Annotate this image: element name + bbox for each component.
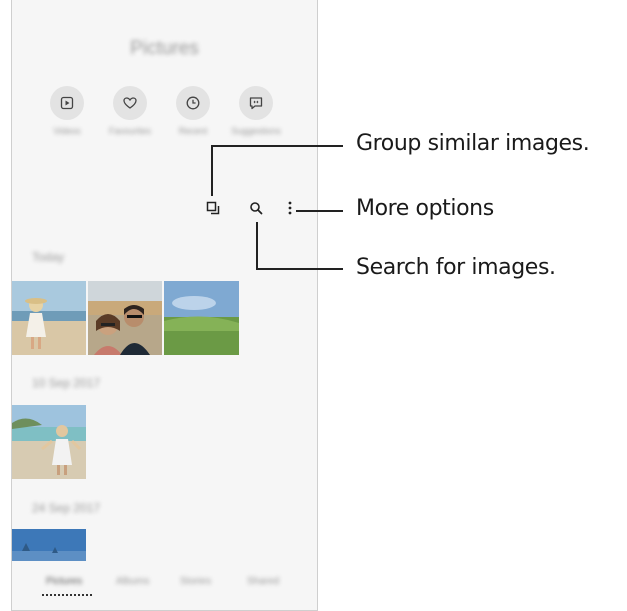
active-tab-indicator bbox=[42, 594, 92, 596]
more-options-icon bbox=[288, 201, 292, 215]
callout-line-search-horizontal bbox=[256, 268, 343, 270]
callout-more-options: More options bbox=[356, 196, 494, 221]
callout-group-similar: Group similar images. bbox=[356, 131, 590, 156]
tab-albums[interactable]: Albums bbox=[116, 576, 149, 587]
shortcut-label: Favourites bbox=[108, 126, 152, 136]
shortcut-label: Videos bbox=[53, 126, 81, 136]
callout-line-more bbox=[296, 210, 343, 212]
clock-icon bbox=[186, 96, 200, 110]
callout-search: Search for images. bbox=[356, 255, 556, 280]
shortcut-suggestions[interactable]: Suggestions bbox=[226, 86, 286, 136]
tab-shared[interactable]: Shared bbox=[247, 576, 279, 587]
group-similar-button[interactable] bbox=[203, 198, 223, 218]
shortcut-recent[interactable]: Recent bbox=[163, 86, 223, 136]
section-heading: 10 Sep 2017 bbox=[32, 376, 101, 390]
shortcut-favourites[interactable]: Favourites bbox=[100, 86, 160, 136]
group-similar-icon bbox=[206, 201, 220, 215]
photo-thumbnail[interactable] bbox=[164, 281, 239, 355]
search-button[interactable] bbox=[246, 198, 266, 218]
phone-screen: Pictures Videos Favourites Recent Sugges… bbox=[11, 0, 318, 611]
callout-line-group-horizontal bbox=[211, 145, 343, 147]
shortcut-label: Suggestions bbox=[231, 126, 281, 136]
suggestions-icon bbox=[249, 97, 263, 110]
more-options-button[interactable] bbox=[280, 198, 300, 218]
video-icon bbox=[60, 96, 74, 110]
beach-photo bbox=[12, 281, 86, 355]
photo-thumbnail[interactable] bbox=[88, 281, 162, 355]
bottom-tab-bar: Pictures Albums Stories Shared bbox=[12, 576, 317, 598]
app-title: Pictures bbox=[130, 38, 199, 59]
section-heading: 24 Sep 2017 bbox=[32, 501, 101, 515]
callout-line-search-vertical bbox=[256, 222, 258, 270]
shortcut-videos[interactable]: Videos bbox=[37, 86, 97, 136]
meadow-photo bbox=[164, 281, 239, 355]
search-icon bbox=[250, 202, 263, 215]
callout-line-group-vertical bbox=[211, 146, 213, 196]
shortcut-label: Recent bbox=[178, 126, 208, 136]
seaside-photo bbox=[12, 405, 86, 479]
photo-thumbnail[interactable] bbox=[12, 405, 86, 479]
tab-pictures[interactable]: Pictures bbox=[46, 576, 82, 587]
sky-photo bbox=[12, 529, 86, 561]
tab-stories[interactable]: Stories bbox=[180, 576, 211, 587]
couple-photo bbox=[88, 281, 162, 355]
heart-icon bbox=[123, 97, 137, 109]
section-heading: Today bbox=[32, 250, 65, 264]
photo-thumbnail[interactable] bbox=[12, 281, 86, 355]
photo-thumbnail[interactable] bbox=[12, 529, 86, 561]
